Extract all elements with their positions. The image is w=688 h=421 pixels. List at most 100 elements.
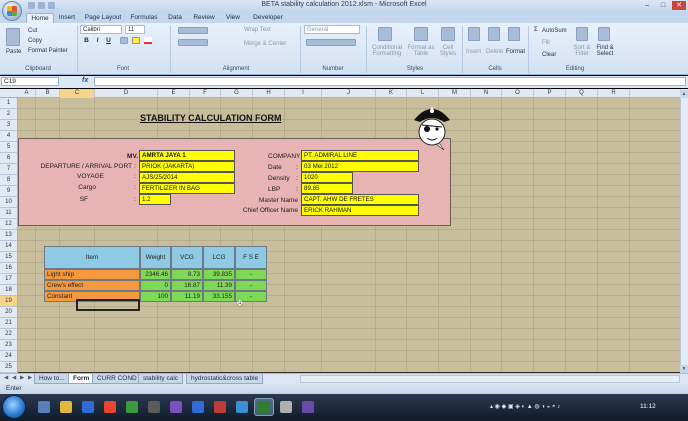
sheet-tab-stability-calc[interactable]: stability calc	[138, 374, 184, 384]
row-header[interactable]: 20	[0, 307, 18, 318]
scroll-down-icon[interactable]: ▼	[680, 365, 688, 373]
tab-page-layout[interactable]: Page Layout	[82, 13, 124, 23]
cell-styles-button[interactable]: Cell Styles	[438, 45, 458, 57]
row-header[interactable]: 25	[0, 362, 18, 373]
redo-icon[interactable]	[48, 2, 55, 9]
table-row-fse[interactable]: -	[235, 269, 267, 280]
row-header[interactable]: 12	[0, 219, 18, 230]
delete-cells-button[interactable]: Delete	[486, 49, 503, 55]
column-header[interactable]: G	[221, 89, 253, 98]
delete-cells-icon[interactable]	[488, 27, 500, 41]
row-header[interactable]: 3	[0, 120, 18, 131]
table-row-lcg[interactable]: 11.39	[203, 280, 235, 291]
insert-cells-button[interactable]: Insert	[466, 49, 481, 55]
cut-button[interactable]: Cut	[28, 28, 37, 34]
sf-value[interactable]: 1.2	[139, 194, 171, 205]
horizontal-scrollbar[interactable]	[300, 375, 680, 383]
tab-view[interactable]: View	[222, 13, 244, 23]
column-header[interactable]: K	[376, 89, 407, 98]
maximize-button[interactable]: □	[656, 1, 670, 10]
column-header[interactable]: I	[285, 89, 322, 98]
row-header[interactable]: 1	[0, 98, 18, 109]
row-header[interactable]: 16	[0, 263, 18, 274]
column-header[interactable]: Q	[566, 89, 598, 98]
sheet-last-icon[interactable]: ▶	[28, 375, 32, 381]
italic-button[interactable]: I	[93, 36, 102, 45]
cell-styles-icon[interactable]	[441, 27, 455, 41]
master-value[interactable]: CAPT. AHW DE FRETES	[301, 194, 419, 205]
font-size-select[interactable]: 11	[125, 25, 145, 34]
row-header[interactable]: 4	[0, 131, 18, 142]
table-row-vcg[interactable]: 16.87	[171, 280, 203, 291]
autosum-button[interactable]: AutoSum	[542, 28, 567, 34]
table-row-weight[interactable]: 2346.46	[140, 269, 171, 280]
table-row-item[interactable]: Light ship	[44, 269, 140, 280]
merge-center-button[interactable]: Merge & Center	[244, 41, 286, 47]
sheet-tab-how-to[interactable]: How to...	[34, 374, 70, 384]
column-header[interactable]: D	[95, 89, 158, 98]
close-button[interactable]: ✕	[672, 1, 686, 10]
insert-function-button[interactable]: fx	[82, 77, 88, 84]
format-painter-button[interactable]: Format Painter	[28, 48, 68, 54]
table-row-lcg[interactable]: 39.835	[203, 269, 235, 280]
sort-filter-icon[interactable]	[576, 27, 588, 41]
column-header[interactable]: E	[158, 89, 190, 98]
table-row-item[interactable]: Crew's effect	[44, 280, 140, 291]
align-left-icon[interactable]	[178, 39, 208, 46]
sort-filter-button[interactable]: Sort & Filter	[570, 45, 594, 57]
chief-officer-value[interactable]: ERICK RAHMAN	[301, 205, 419, 216]
tab-data[interactable]: Data	[164, 13, 186, 23]
row-header[interactable]: 15	[0, 252, 18, 263]
binoculars-icon[interactable]	[598, 27, 610, 41]
clear-button[interactable]: Clear	[542, 52, 556, 58]
wrap-text-button[interactable]: Wrap Text	[244, 27, 271, 33]
column-header[interactable]: C	[60, 89, 95, 98]
column-header[interactable]: H	[253, 89, 285, 98]
row-header[interactable]: 8	[0, 175, 18, 186]
align-top-icon[interactable]	[178, 27, 208, 34]
tab-developer[interactable]: Developer	[250, 13, 286, 23]
tab-home[interactable]: Home	[26, 13, 54, 23]
row-header[interactable]: 11	[0, 208, 18, 219]
minimize-button[interactable]: –	[640, 1, 654, 10]
vertical-scrollbar[interactable]	[680, 89, 688, 374]
row-header[interactable]: 22	[0, 329, 18, 340]
row-header[interactable]: 24	[0, 351, 18, 362]
format-table-button[interactable]: Format as Table	[406, 45, 436, 57]
voyage-value[interactable]: AJS/25/2014	[139, 172, 235, 183]
copy-button[interactable]: Copy	[28, 38, 42, 44]
row-header[interactable]: 17	[0, 274, 18, 285]
column-header[interactable]: M	[439, 89, 471, 98]
conditional-formatting-button[interactable]: Conditional Formatting	[370, 45, 404, 57]
table-row-vcg[interactable]: 11.19	[171, 291, 203, 302]
row-header[interactable]: 7	[0, 164, 18, 175]
borders-icon[interactable]	[120, 37, 128, 44]
sheet-tab-curr-cond[interactable]: CURR COND	[92, 374, 142, 384]
sheet-prev-icon[interactable]: ◀	[12, 375, 16, 381]
insert-cells-icon[interactable]	[468, 27, 480, 41]
date-value[interactable]: 03 Mei 2012	[301, 161, 419, 172]
row-header[interactable]: 2	[0, 109, 18, 120]
table-row-weight[interactable]: 100	[140, 291, 171, 302]
font-name-select[interactable]: Calibri	[80, 25, 122, 34]
row-header[interactable]: 6	[0, 153, 18, 164]
row-header[interactable]: 13	[0, 230, 18, 241]
scroll-up-icon[interactable]: ▲	[680, 90, 688, 98]
name-box[interactable]: C19	[1, 77, 59, 86]
sheet-tab-form[interactable]: Form	[68, 374, 95, 384]
conditional-formatting-icon[interactable]	[378, 27, 392, 41]
undo-icon[interactable]	[38, 2, 45, 9]
fill-button[interactable]: Fill	[542, 40, 550, 46]
number-format-select[interactable]: General	[304, 25, 360, 34]
find-select-button[interactable]: Find & Select	[594, 45, 616, 57]
row-header[interactable]: 9	[0, 186, 18, 197]
formula-input[interactable]	[94, 77, 686, 86]
fill-color-icon[interactable]	[132, 37, 140, 44]
paste-button[interactable]: Paste	[6, 49, 21, 55]
density-value[interactable]: 1020	[301, 172, 353, 183]
row-header[interactable]: 21	[0, 318, 18, 329]
column-header[interactable]: A	[18, 89, 36, 98]
format-table-icon[interactable]	[414, 27, 428, 41]
paste-icon[interactable]	[6, 28, 20, 46]
mv-value[interactable]: AMRTA JAYA 1	[139, 150, 235, 161]
